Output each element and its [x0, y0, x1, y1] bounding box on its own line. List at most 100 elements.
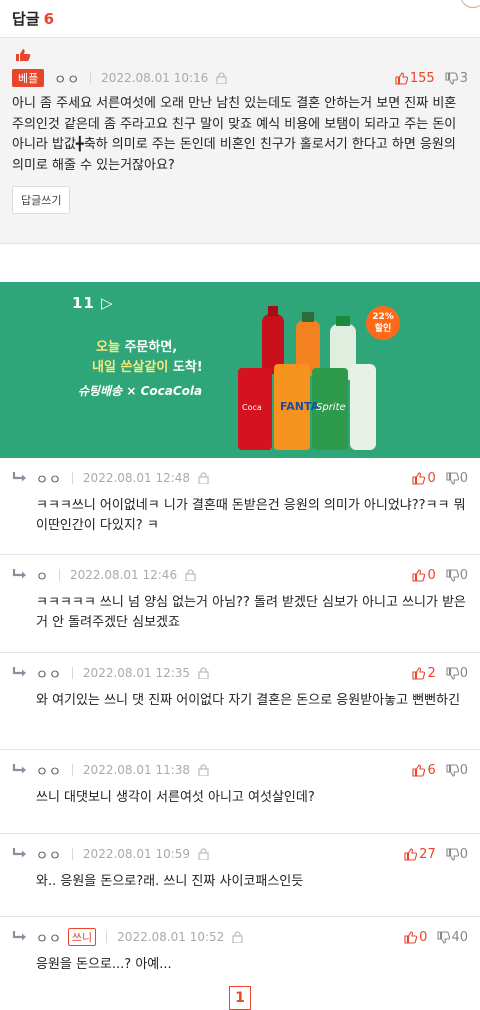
svg-text:FANTA: FANTA: [280, 400, 320, 413]
lock-icon: [198, 472, 209, 484]
downvote-count: 0: [459, 665, 468, 681]
thumbs-up-icon: [404, 930, 418, 944]
comment-item: ㅇㅇ 2022.08.01 11:38 6 0 쓰니 대댓보니 생각이 서른여섯…: [0, 750, 480, 834]
vote-group: 0 0: [412, 568, 468, 583]
page-number-current[interactable]: 1: [229, 986, 251, 1010]
thumbs-up-icon: [412, 568, 426, 582]
brand-logo: 11 ▷: [72, 294, 114, 312]
downvote-count: 40: [451, 929, 468, 945]
downvote-count: 0: [459, 470, 468, 486]
divider: [71, 472, 73, 484]
thumbs-up-icon: [412, 471, 426, 485]
reply-arrow-icon: [12, 472, 26, 482]
thumbs-down-icon: [446, 763, 459, 777]
comment-item: ㅇㅇ 2022.08.01 12:48 0 0 ㅋㅋㅋ쓰니 어이없네ㅋ 니가 결…: [0, 458, 480, 555]
author-name[interactable]: ㅇ: [36, 566, 49, 585]
upvote-count: 155: [409, 70, 435, 86]
svg-text:Sprite: Sprite: [316, 402, 346, 413]
divider: [71, 764, 73, 776]
downvote-count: 3: [459, 70, 468, 86]
author-name[interactable]: ㅇㅇ: [36, 845, 62, 864]
comment-item: ㅇㅇ 2022.08.01 10:59 27 0 와.. 응원을 돈으로?래. …: [0, 834, 480, 917]
comment-text: 응원을 돈으로...? 아예...: [36, 957, 172, 972]
best-text: 아니 좀 주세요 서른여섯에 오래 만난 남친 있는데도 결혼 안하는거 보면 …: [12, 96, 457, 173]
thumbs-up-icon: [395, 71, 408, 85]
downvote-button[interactable]: 0: [446, 666, 468, 681]
lock-icon: [198, 848, 209, 860]
comment-text: ㅋㅋㅋ쓰니 어이없네ㅋ 니가 결혼때 돈받은건 응원의 의미가 아니었냐??ㅋㅋ…: [36, 498, 466, 533]
ad-banner[interactable]: 11 ▷ 오늘 주문하면, 내일 쓴살같이 도착! 슈팅배송 × CocaCol…: [0, 282, 480, 458]
upvote-count: 0: [427, 470, 436, 486]
upvote-button[interactable]: 155: [395, 71, 435, 86]
lock-icon: [198, 764, 209, 776]
lock-icon: [216, 72, 227, 84]
comment-meta: ㅇㅇ 2022.08.01 12:48 0 0: [12, 458, 468, 488]
comment-text: ㅋㅋㅋㅋㅋ 쓰니 넘 양심 없는거 아님?? 돌려 받겠단 심보가 아니고 쓰니…: [36, 595, 467, 630]
comment-list: ㅇㅇ 2022.08.01 12:48 0 0 ㅋㅋㅋ쓰니 어이없네ㅋ 니가 결…: [0, 458, 480, 1010]
divider: [71, 667, 73, 679]
author-name[interactable]: ㅇㅇ: [36, 664, 62, 683]
downvote-button[interactable]: 0: [446, 847, 468, 862]
comment-text: 와 여기있는 쓰니 댓 진짜 어이없다 자기 결혼은 돈으로 응원받아놓고 뻔뻔…: [36, 693, 461, 708]
downvote-button[interactable]: 0: [446, 763, 468, 778]
vote-group: 2 0: [412, 666, 468, 681]
comment-date: 2022.08.01 10:52: [117, 930, 225, 944]
upvote-count: 6: [427, 762, 436, 778]
comment-text: 쓰니 대댓보니 생각이 서른여섯 아니고 여섯살인데?: [36, 790, 315, 805]
reply-arrow-icon: [12, 931, 26, 941]
ad-line-1: 오늘 주문하면,: [96, 340, 178, 355]
comment-text: 와.. 응원을 돈으로?래. 쓰니 진짜 사이코패스인듯: [36, 874, 304, 889]
comment-meta: ㅇㅇ 2022.08.01 10:59 27 0: [12, 834, 468, 864]
divider: [106, 931, 108, 943]
write-reply-button[interactable]: 답글쓰기: [12, 186, 71, 214]
best-meta: 베플 ㅇㅇ 2022.08.01 10:16 155 3: [12, 68, 468, 88]
upvote-button[interactable]: 27: [404, 847, 436, 862]
divider: [90, 72, 92, 84]
replies-count: 6: [43, 9, 55, 28]
reply-arrow-icon: [12, 667, 26, 677]
thumbs-down-icon: [437, 930, 451, 944]
reply-arrow-icon: [12, 569, 26, 579]
comment-date: 2022.08.01 12:48: [82, 471, 191, 485]
downvote-button[interactable]: 40: [437, 930, 468, 945]
upvote-count: 0: [427, 567, 436, 583]
divider: [71, 848, 73, 860]
replies-header: 답글 6: [0, 0, 480, 38]
downvote-button[interactable]: 0: [446, 568, 468, 583]
downvote-button[interactable]: 3: [445, 71, 468, 86]
upvote-button[interactable]: 2: [412, 665, 436, 681]
comment-item: ㅇ 2022.08.01 12:46 0 0 ㅋㅋㅋㅋㅋ 쓰니 넘 양심 없는거…: [0, 555, 480, 653]
sale-badge: 22% 할인: [366, 306, 400, 340]
thumbs-down-icon: [446, 666, 459, 680]
author-name[interactable]: ㅇㅇ: [36, 928, 62, 947]
vote-group: 0 0: [412, 471, 468, 486]
upvote-button[interactable]: 6: [412, 762, 436, 778]
comment-date: 2022.08.01 11:38: [82, 763, 191, 777]
replies-title: 답글: [12, 10, 40, 28]
downvote-count: 0: [459, 762, 468, 778]
reply-arrow-icon: [12, 848, 26, 858]
upvote-count: 2: [427, 665, 436, 681]
downvote-button[interactable]: 0: [446, 471, 468, 486]
svg-text:Coca: Coca: [242, 403, 262, 412]
best-thumb-icon: [16, 49, 31, 61]
lock-icon: [185, 569, 196, 581]
comment-meta: ㅇㅇ 쓰니 2022.08.01 10:52 0 40: [12, 917, 468, 947]
thumbs-down-icon: [446, 847, 459, 861]
author-tag: 쓰니: [67, 928, 97, 946]
best-reply: 베플 ㅇㅇ 2022.08.01 10:16 155 3 아니 좀 주세요 서른…: [0, 38, 480, 244]
author-name[interactable]: ㅇㅇ: [36, 761, 62, 780]
upvote-button[interactable]: 0: [412, 567, 436, 583]
upvote-button[interactable]: 0: [412, 470, 436, 486]
downvote-count: 0: [459, 567, 468, 583]
upvote-count: 27: [419, 846, 436, 862]
ad-line-2: 내일 쓴살같이 도착!: [92, 360, 203, 375]
author-name[interactable]: ㅇㅇ: [36, 469, 62, 488]
ad-brand-line: 슈팅배송 × CocaCola: [78, 384, 203, 398]
comment-item: ㅇㅇ 2022.08.01 12:35 2 0 와 여기있는 쓰니 댓 진짜 어…: [0, 653, 480, 750]
upvote-button[interactable]: 0: [404, 930, 427, 945]
thumbs-up-icon: [412, 763, 426, 777]
author-name[interactable]: ㅇㅇ: [54, 69, 80, 88]
lock-icon: [232, 931, 243, 943]
thumbs-down-icon: [446, 568, 459, 582]
